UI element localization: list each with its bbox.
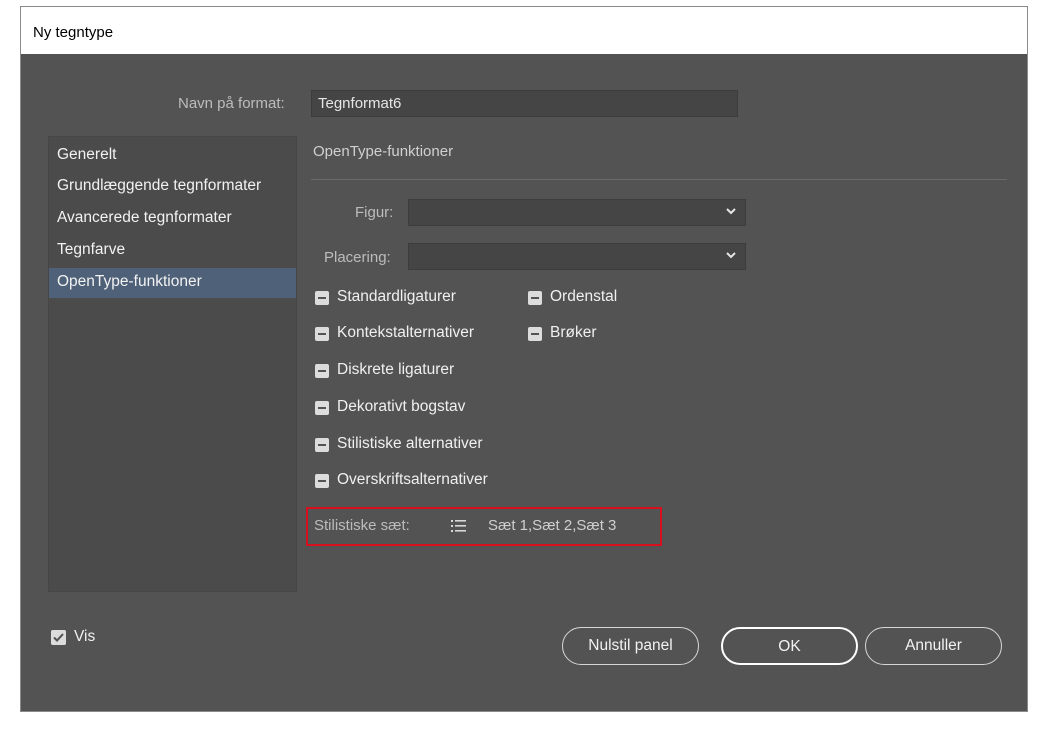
checkbox-label: Stilistiske alternativer: [337, 435, 483, 452]
sidebar-item-generelt[interactable]: Generelt: [49, 141, 296, 171]
checkbox-label: Overskriftsalternativer: [337, 471, 488, 488]
window-title: Ny tegntype: [33, 24, 114, 41]
section-title: OpenType-funktioner: [313, 143, 454, 160]
sidebar-item-opentype[interactable]: OpenType-funktioner: [49, 268, 296, 298]
figur-label: Figur:: [355, 204, 394, 221]
section-divider: [311, 179, 1007, 180]
checkbox-label: Dekorativt bogstav: [337, 398, 466, 415]
mixed-checkbox-icon: [315, 327, 329, 341]
title-bar: Ny tegntype: [21, 7, 1027, 54]
preview-label: Vis: [74, 628, 96, 645]
placering-label: Placering:: [324, 249, 391, 266]
new-character-style-dialog: Ny tegntype Navn på format: Tegnformat6 …: [20, 6, 1028, 712]
mixed-checkbox-icon: [315, 438, 329, 452]
mixed-checkbox-icon: [315, 364, 329, 378]
ok-button[interactable]: OK: [721, 627, 858, 665]
style-name-value: Tegnformat6: [318, 95, 402, 112]
stylistic-sets-label: Stilistiske sæt:: [314, 517, 410, 534]
mixed-checkbox-icon: [528, 327, 542, 341]
cancel-button[interactable]: Annuller: [865, 627, 1002, 665]
sidebar-item-advanced-formats[interactable]: Avancerede tegnformater: [49, 204, 296, 234]
checkbox-label: Brøker: [550, 324, 597, 341]
category-list: Generelt Grundlæggende tegnformater Avan…: [48, 136, 297, 592]
mixed-checkbox-icon: [315, 401, 329, 415]
placering-dropdown[interactable]: [408, 243, 746, 270]
sidebar-item-basic-formats[interactable]: Grundlæggende tegnformater: [49, 172, 296, 202]
style-name-label: Navn på format:: [178, 95, 285, 112]
stylistic-sets-value: Sæt 1,Sæt 2,Sæt 3: [488, 517, 617, 534]
checkbox-label: Ordenstal: [550, 288, 618, 305]
reset-panel-button[interactable]: Nulstil panel: [562, 627, 699, 665]
checkmark-icon: [51, 630, 66, 645]
chevron-down-icon: [726, 208, 736, 215]
list-icon[interactable]: [450, 518, 468, 534]
mixed-checkbox-icon: [528, 291, 542, 305]
chevron-down-icon: [726, 252, 736, 259]
checkbox-label: Kontekstalternativer: [337, 324, 474, 341]
stylistic-sets-row: Stilistiske sæt: Sæt 1,Sæt 2,Sæt 3: [306, 507, 662, 546]
sidebar-item-color[interactable]: Tegnfarve: [49, 236, 296, 266]
figur-dropdown[interactable]: [408, 199, 746, 226]
checkbox-label: Standardligaturer: [337, 288, 456, 305]
mixed-checkbox-icon: [315, 474, 329, 488]
style-name-input[interactable]: Tegnformat6: [311, 90, 738, 117]
mixed-checkbox-icon: [315, 291, 329, 305]
checkbox-label: Diskrete ligaturer: [337, 361, 455, 378]
